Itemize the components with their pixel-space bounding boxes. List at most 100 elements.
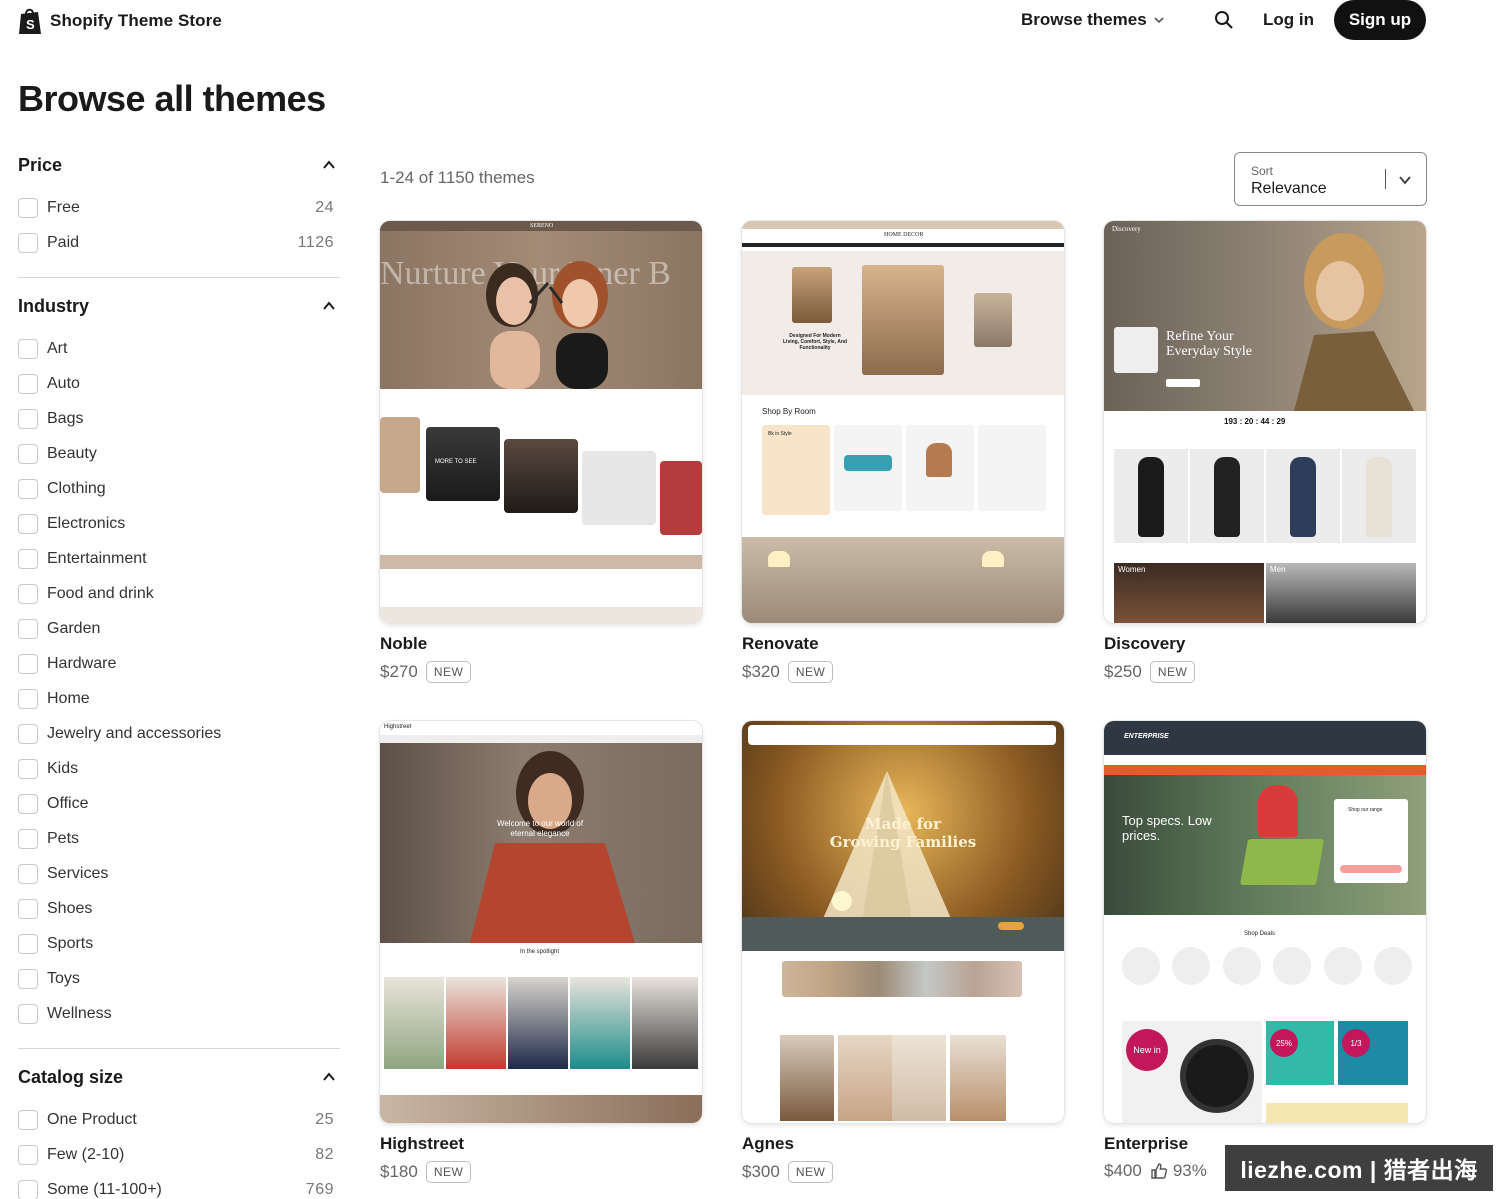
- filter-option[interactable]: Entertainment: [18, 541, 340, 576]
- theme-name[interactable]: Noble: [380, 634, 702, 654]
- filter-option[interactable]: Clothing: [18, 471, 340, 506]
- checkbox[interactable]: [18, 968, 38, 989]
- login-link[interactable]: Log in: [1263, 10, 1314, 30]
- shopify-logo[interactable]: S Shopify Theme Store: [18, 7, 222, 35]
- filter-option[interactable]: Jewelry and accessories: [18, 716, 340, 751]
- filter-option[interactable]: Pets: [18, 821, 340, 856]
- discount-badge: 25%: [1270, 1029, 1298, 1057]
- filter-option-label: Beauty: [47, 444, 97, 462]
- checkbox[interactable]: [18, 232, 38, 253]
- theme-preview[interactable]: SERENO Nurture Your Inner B MORE TO SEE: [380, 221, 702, 623]
- theme-card[interactable]: SERENO Nurture Your Inner B MORE TO SEE …: [380, 221, 702, 683]
- chair-image: [926, 443, 952, 477]
- checkbox[interactable]: [18, 933, 38, 954]
- theme-preview[interactable]: ENTERPRISE Top specs. Low prices. Shop o…: [1104, 721, 1426, 1123]
- theme-meta: $180 NEW: [380, 1161, 702, 1183]
- checkbox[interactable]: [18, 1003, 38, 1024]
- theme-card[interactable]: Highstreet Welcome to our world of etern…: [380, 721, 702, 1183]
- signup-button[interactable]: Sign up: [1334, 0, 1426, 40]
- checkbox[interactable]: [18, 653, 38, 674]
- sofa-image: [844, 455, 892, 471]
- checkbox[interactable]: [18, 583, 38, 604]
- filter-option[interactable]: Services: [18, 856, 340, 891]
- checkbox[interactable]: [18, 1179, 38, 1199]
- new-badge: NEW: [787, 661, 834, 683]
- filter-option[interactable]: Home: [18, 681, 340, 716]
- checkbox[interactable]: [18, 828, 38, 849]
- discount-badge: 1/3: [1342, 1029, 1370, 1057]
- theme-name[interactable]: Discovery: [1104, 634, 1426, 654]
- filter-option[interactable]: Wellness: [18, 996, 340, 1031]
- filter-option[interactable]: Office: [18, 786, 340, 821]
- filter-option-label: Services: [47, 864, 109, 882]
- filter-option[interactable]: Electronics: [18, 506, 340, 541]
- filter-option[interactable]: Few (2-10) 82: [18, 1137, 340, 1172]
- filter-header-industry[interactable]: Industry: [18, 289, 340, 323]
- theme-card[interactable]: HOME DECOR Designed For Modern Living, C…: [742, 221, 1064, 683]
- product-tile: [632, 977, 698, 1069]
- watch-image: [1180, 1039, 1254, 1113]
- filter-option-count: 82: [315, 1145, 334, 1163]
- theme-name[interactable]: Highstreet: [380, 1134, 702, 1154]
- filter-option[interactable]: Garden: [18, 611, 340, 646]
- theme-preview[interactable]: Discovery Refine Your Everyday Style 193…: [1104, 221, 1426, 623]
- theme-card[interactable]: Made for Growing Families Agnes $300 NEW: [742, 721, 1064, 1183]
- theme-price: $250: [1104, 662, 1142, 681]
- checkbox[interactable]: [18, 898, 38, 919]
- sort-select[interactable]: Sort Relevance: [1234, 152, 1427, 206]
- filter-header-price[interactable]: Price: [18, 148, 340, 182]
- checkbox[interactable]: [18, 793, 38, 814]
- filter-option[interactable]: Bags: [18, 401, 340, 436]
- browse-themes-menu[interactable]: Browse themes: [1021, 10, 1165, 30]
- checkbox[interactable]: [18, 723, 38, 744]
- hero-image: [862, 265, 944, 375]
- filter-option[interactable]: Free 24: [18, 190, 340, 225]
- checkbox[interactable]: [18, 618, 38, 639]
- results-count: 1-24 of 1150 themes: [380, 168, 535, 187]
- countdown-timer: 193 : 20 : 44 : 29: [1224, 417, 1286, 426]
- theme-name[interactable]: Agnes: [742, 1134, 1064, 1154]
- filter-option[interactable]: Kids: [18, 751, 340, 786]
- chevron-down-icon: [1154, 17, 1164, 24]
- checkbox[interactable]: [18, 863, 38, 884]
- filter-option[interactable]: Shoes: [18, 891, 340, 926]
- divider: [18, 1048, 340, 1049]
- checkbox[interactable]: [18, 443, 38, 464]
- theme-preview[interactable]: Made for Growing Families: [742, 721, 1064, 1123]
- preview-section-title: Shop By Room: [762, 407, 816, 416]
- checkbox[interactable]: [18, 1109, 38, 1130]
- filter-group-catalog-size: Catalog size One Product 25 Few (2-10) 82 So…: [18, 1060, 340, 1199]
- theme-name[interactable]: Renovate: [742, 634, 1064, 654]
- theme-card[interactable]: ENTERPRISE Top specs. Low prices. Shop o…: [1104, 721, 1426, 1181]
- checkbox[interactable]: [18, 513, 38, 534]
- filter-option-label: Wellness: [47, 1004, 112, 1022]
- checkbox[interactable]: [18, 688, 38, 709]
- theme-card[interactable]: Discovery Refine Your Everyday Style 193…: [1104, 221, 1426, 683]
- checkbox[interactable]: [18, 338, 38, 359]
- filter-option[interactable]: Hardware: [18, 646, 340, 681]
- filter-option[interactable]: Beauty: [18, 436, 340, 471]
- product-tile: [780, 1035, 834, 1121]
- checkbox[interactable]: [18, 1144, 38, 1165]
- filter-option[interactable]: Art: [18, 331, 340, 366]
- product-tile: [380, 417, 420, 493]
- checkbox[interactable]: [18, 197, 38, 218]
- checkbox[interactable]: [18, 408, 38, 429]
- filter-option[interactable]: Auto: [18, 366, 340, 401]
- checkbox[interactable]: [18, 548, 38, 569]
- checkbox[interactable]: [18, 478, 38, 499]
- panel-button: [1340, 865, 1402, 873]
- filter-option[interactable]: Some (11-100+) 769: [18, 1172, 340, 1199]
- theme-preview[interactable]: HOME DECOR Designed For Modern Living, C…: [742, 221, 1064, 623]
- search-icon[interactable]: [1213, 9, 1235, 31]
- theme-preview[interactable]: Highstreet Welcome to our world of etern…: [380, 721, 702, 1123]
- filter-option[interactable]: Paid 1126: [18, 225, 340, 260]
- filter-option[interactable]: Food and drink: [18, 576, 340, 611]
- filter-option-label: One Product: [47, 1110, 137, 1128]
- filter-option[interactable]: One Product 25: [18, 1102, 340, 1137]
- filter-header-catalog-size[interactable]: Catalog size: [18, 1060, 340, 1094]
- checkbox[interactable]: [18, 758, 38, 779]
- checkbox[interactable]: [18, 373, 38, 394]
- filter-option[interactable]: Sports: [18, 926, 340, 961]
- filter-option[interactable]: Toys: [18, 961, 340, 996]
